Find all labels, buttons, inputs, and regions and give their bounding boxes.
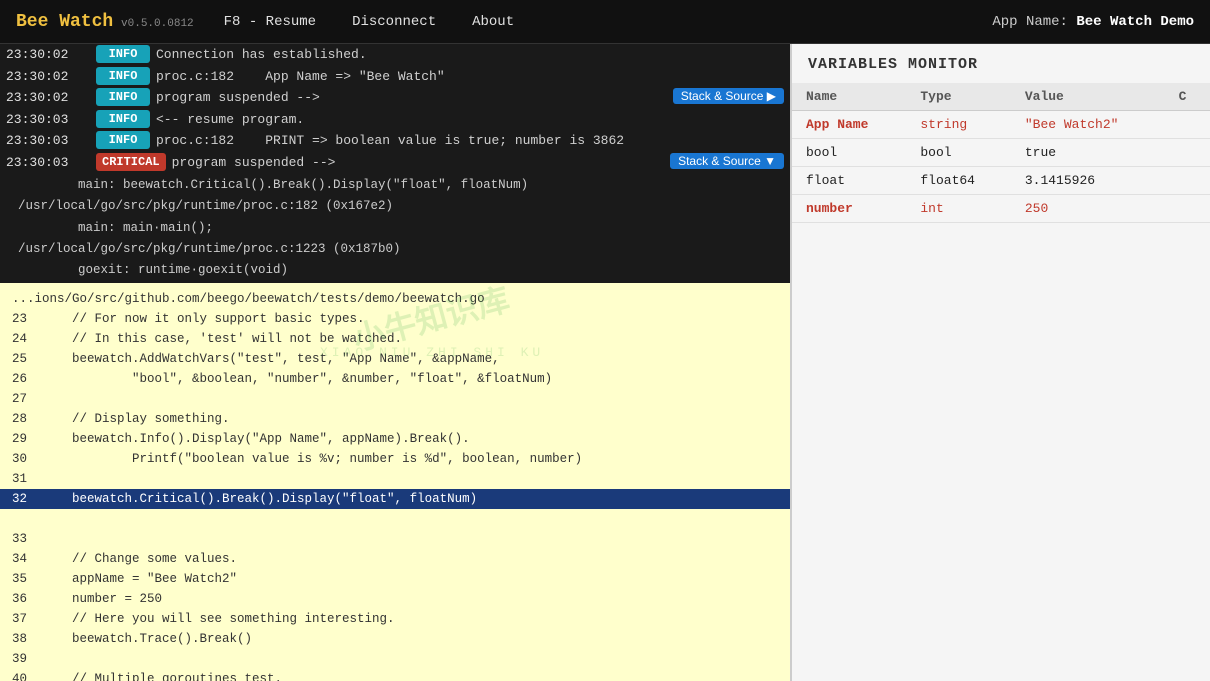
table-row: number int 250 xyxy=(792,195,1210,223)
log-entry: 23:30:02 INFO Connection has established… xyxy=(0,44,790,66)
table-header: Name Type Value C xyxy=(792,83,1210,111)
var-c xyxy=(1165,139,1210,167)
log-entry-critical: 23:30:03 CRITICAL program suspended --> … xyxy=(0,152,790,174)
panel-title: VARIABLES MONITOR xyxy=(792,56,1210,83)
f8-resume-button[interactable]: F8 - Resume xyxy=(218,12,322,32)
log-panel: 23:30:02 INFO Connection has established… xyxy=(0,44,790,681)
var-type: float64 xyxy=(906,167,1010,195)
var-type: string xyxy=(906,111,1010,139)
col-c: C xyxy=(1165,83,1210,111)
app-name-label: App Name: Bee Watch Demo xyxy=(992,14,1194,30)
header: Bee Watch v0.5.0.0812 F8 - Resume Discon… xyxy=(0,0,1210,44)
table-row: App Name string "Bee Watch2" xyxy=(792,111,1210,139)
var-c xyxy=(1165,111,1210,139)
var-name: App Name xyxy=(792,111,906,139)
var-value: true xyxy=(1011,139,1165,167)
variables-panel: VARIABLES MONITOR Name Type Value C App … xyxy=(790,44,1210,681)
var-value: 3.1415926 xyxy=(1011,167,1165,195)
var-c xyxy=(1165,195,1210,223)
var-name: number xyxy=(792,195,906,223)
table-row: float float64 3.1415926 xyxy=(792,167,1210,195)
log-entry: 23:30:02 INFO program suspended --> Stac… xyxy=(0,87,790,109)
var-value: 250 xyxy=(1011,195,1165,223)
disconnect-button[interactable]: Disconnect xyxy=(346,12,442,32)
stack-source-open-button[interactable]: Stack & Source ▼ xyxy=(670,153,784,169)
col-type: Type xyxy=(906,83,1010,111)
variables-table: Name Type Value C App Name string "Bee W… xyxy=(792,83,1210,223)
about-button[interactable]: About xyxy=(466,12,520,32)
col-name: Name xyxy=(792,83,906,111)
var-value: "Bee Watch2" xyxy=(1011,111,1165,139)
var-name: float xyxy=(792,167,906,195)
log-entry: 23:30:03 INFO <-- resume program. xyxy=(0,109,790,131)
main-content: 23:30:02 INFO Connection has established… xyxy=(0,44,1210,681)
app-title: Bee Watch v0.5.0.0812 xyxy=(16,12,194,32)
log-entry: 23:30:02 INFO proc.c:182 App Name => "Be… xyxy=(0,66,790,88)
var-c xyxy=(1165,167,1210,195)
stack-source-button[interactable]: Stack & Source ▶ xyxy=(673,88,784,104)
var-type: bool xyxy=(906,139,1010,167)
table-row: bool bool true xyxy=(792,139,1210,167)
var-type: int xyxy=(906,195,1010,223)
code-block: ...ions/Go/src/github.com/beego/beewatch… xyxy=(0,283,790,681)
stack-trace: main: beewatch.Critical().Break().Displa… xyxy=(0,173,790,283)
col-value: Value xyxy=(1011,83,1165,111)
var-name: bool xyxy=(792,139,906,167)
log-entry: 23:30:03 INFO proc.c:182 PRINT => boolea… xyxy=(0,130,790,152)
